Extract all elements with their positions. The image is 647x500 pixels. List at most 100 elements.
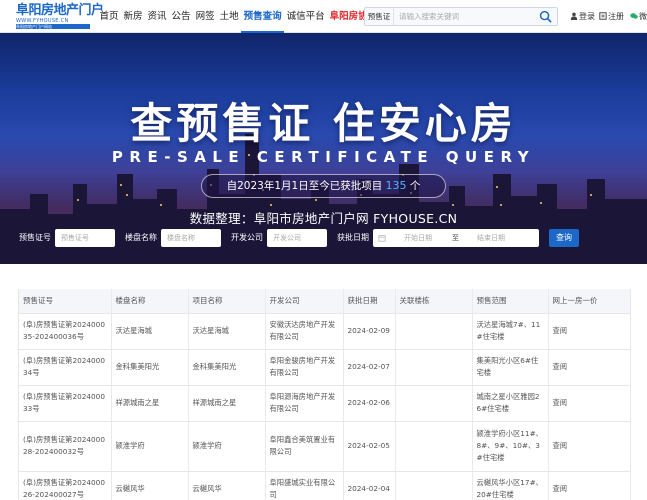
approval-date-cell: 2024-02-09 [343,313,396,350]
project-name-cell: 金科集美阳光 [188,349,266,386]
presale-no-cell: (阜)房预售证第202400033号 [19,385,112,422]
developer-input[interactable]: 开发公司 [267,229,327,247]
view-link[interactable]: 查阅 [548,349,630,386]
col-presale-scope: 预售范围 [472,289,549,314]
banner-title: 查预售证 住安心房 [130,99,517,148]
view-link[interactable]: 查阅 [548,313,630,350]
building-name-label: 楼盘名称 [125,233,157,242]
approval-date-cell: 2024-02-07 [343,349,396,386]
col-developer: 开发公司 [265,289,344,314]
project-name-cell: 颍淮学府 [188,421,266,472]
count-suffix: 个 [409,180,421,192]
approved-count-pill: 自2023年1月1日至今已获批项目 135 个 [201,174,446,198]
table-header-row: 预售证号 楼盘名称 项目名称 开发公司 获批日期 关联楼栋 预售范围 网上一房一… [19,289,630,314]
user-icon [570,12,578,20]
presale-no-label: 预售证号 [19,233,51,242]
col-approval-date: 获批日期 [343,289,396,314]
presale-scope-cell: 云樾风华小区17#、20#住宅楼 [472,471,549,500]
nav-home[interactable]: 首页 [97,0,121,33]
view-link[interactable]: 查阅 [548,471,630,500]
nav-land[interactable]: 土地 [217,0,241,33]
presale-table: 预售证号 楼盘名称 项目名称 开发公司 获批日期 关联楼栋 预售范围 网上一房一… [18,289,631,500]
presale-no-cell: (阜)房预售证第202400035-202400036号 [19,313,112,350]
presale-scope-cell: 颍淮学府小区11#、8#、9#、10#、3#住宅楼 [472,421,549,472]
nav-presale-query[interactable]: 预售查询 [241,0,285,33]
query-button[interactable]: 查询 [549,229,579,247]
developer-cell: 阜阳源海房地产开发有限公司 [265,385,344,422]
nav-online-contract[interactable]: 网签 [193,0,217,33]
data-source: 数据整理：阜阳市房地产门户网 FYHOUSE.CN [189,211,458,226]
developer-label: 开发公司 [231,233,263,242]
table-row: (阜)房预售证第202400035-202400036号 沃达星海城 沃达星海城… [19,313,630,350]
building-name-cell: 祥源城南之星 [111,385,189,422]
logo-tagline: 阜阳房地产门户网站 [16,24,90,29]
main-nav: 首页 新房 资讯 公告 网签 土地 预售查询 诚信平台 阜阳房协 房管局 [97,0,404,33]
presale-scope-cell: 沃达星海城7#、11#住宅楼 [472,313,549,350]
register-label: 注册 [608,12,624,21]
nav-new-homes[interactable]: 新房 [121,0,145,33]
table-row: (阜)房预售证第202400034号 金科集美阳光 金科集美阳光 阜阳金骏房地产… [19,349,630,386]
col-price-list: 网上一房一价 [548,289,630,314]
end-date-input[interactable]: 结束日期 [477,229,505,247]
register-icon [599,12,607,20]
table-row: (阜)房预售证第202400033号 祥源城南之星 祥源城南之星 阜阳源海房地产… [19,385,630,422]
date-range-separator: 至 [452,234,459,242]
nav-news[interactable]: 资讯 [145,0,169,33]
building-name-cell: 云樾风华 [111,471,189,500]
calendar-icon [378,235,386,242]
filter-bar: 预售证号 预售证号 楼盘名称 楼盘名称 开发公司 开发公司 获批日期 开始日期 … [0,229,647,251]
top-header: 阜阳房地产门户 WWW.FYHOUSE.CN 阜阳房地产门户网站 首页 新房 资… [0,0,647,33]
related-buildings-cell [395,471,473,500]
presale-scope-cell: 城南之星小区雅园26#住宅楼 [472,385,549,422]
table-row: (阜)房预售证第202400026-202400027号 云樾风华 云樾风华 阜… [19,471,630,500]
wechat-link[interactable]: 微信 [630,0,647,33]
related-buildings-cell [395,385,473,422]
presale-no-cell: (阜)房预售证第202400034号 [19,349,112,386]
start-date-input[interactable]: 开始日期 [404,229,432,247]
col-presale-no: 预售证号 [19,289,112,314]
approval-date-cell: 2024-02-06 [343,385,396,422]
approved-count: 135 [385,179,407,192]
presale-no-cell: (阜)房预售证第202400026-202400027号 [19,471,112,500]
register-link[interactable]: 注册 [599,0,624,33]
search-input[interactable]: 请输入搜索关键词 [399,8,459,25]
col-building-name: 楼盘名称 [111,289,189,314]
developer-cell: 阜阳鑫合美筑置业有限公司 [265,421,344,472]
search-scope-select[interactable]: 预售证 [365,8,394,25]
related-buildings-cell [395,313,473,350]
site-logo[interactable]: 阜阳房地产门户 WWW.FYHOUSE.CN 阜阳房地产门户网站 [16,3,104,29]
banner-subtitle: PRE-SALE CERTIFICATE QUERY [111,148,536,166]
presale-scope-cell: 集美阳光小区6#住宅楼 [472,349,549,386]
presale-no-input[interactable]: 预售证号 [55,229,115,247]
building-name-cell: 沃达星海城 [111,313,189,350]
building-name-input[interactable]: 楼盘名称 [161,229,221,247]
related-buildings-cell [395,349,473,386]
project-name-cell: 祥源城南之星 [188,385,266,422]
search-box: 预售证 请输入搜索关键词 [364,7,558,26]
approval-date-cell: 2024-02-04 [343,471,396,500]
view-link[interactable]: 查阅 [548,421,630,472]
search-icon[interactable] [539,10,552,23]
project-name-cell: 沃达星海城 [188,313,266,350]
developer-cell: 阜阳盛城实业有限公司 [265,471,344,500]
developer-cell: 安徽沃达房地产开发有限公司 [265,313,344,350]
logo-text: 阜阳房地产门户 [16,3,104,18]
date-range-picker[interactable]: 开始日期 至 结束日期 [373,229,539,247]
login-link[interactable]: 登录 [570,0,595,33]
wechat-icon [630,13,638,19]
table-row: (阜)房预售证第202400028-202400032号 颍淮学府 颍淮学府 阜… [19,421,630,472]
approval-date-label: 获批日期 [337,233,369,242]
building-name-cell: 颍淮学府 [111,421,189,472]
nav-credit-platform[interactable]: 诚信平台 [284,0,327,33]
nav-notices[interactable]: 公告 [169,0,193,33]
related-buildings-cell [395,421,473,472]
project-name-cell: 云樾风华 [188,471,266,500]
view-link[interactable]: 查阅 [548,385,630,422]
count-prefix: 自2023年1月1日至今已获批项目 [226,180,383,192]
developer-cell: 阜阳金骏房地产开发有限公司 [265,349,344,386]
col-project-name: 项目名称 [188,289,266,314]
login-label: 登录 [579,12,595,21]
presale-no-cell: (阜)房预售证第202400028-202400032号 [19,421,112,472]
hero-banner: 查预售证 住安心房 PRE-SALE CERTIFICATE QUERY 自20… [0,33,647,264]
approval-date-cell: 2024-02-05 [343,421,396,472]
